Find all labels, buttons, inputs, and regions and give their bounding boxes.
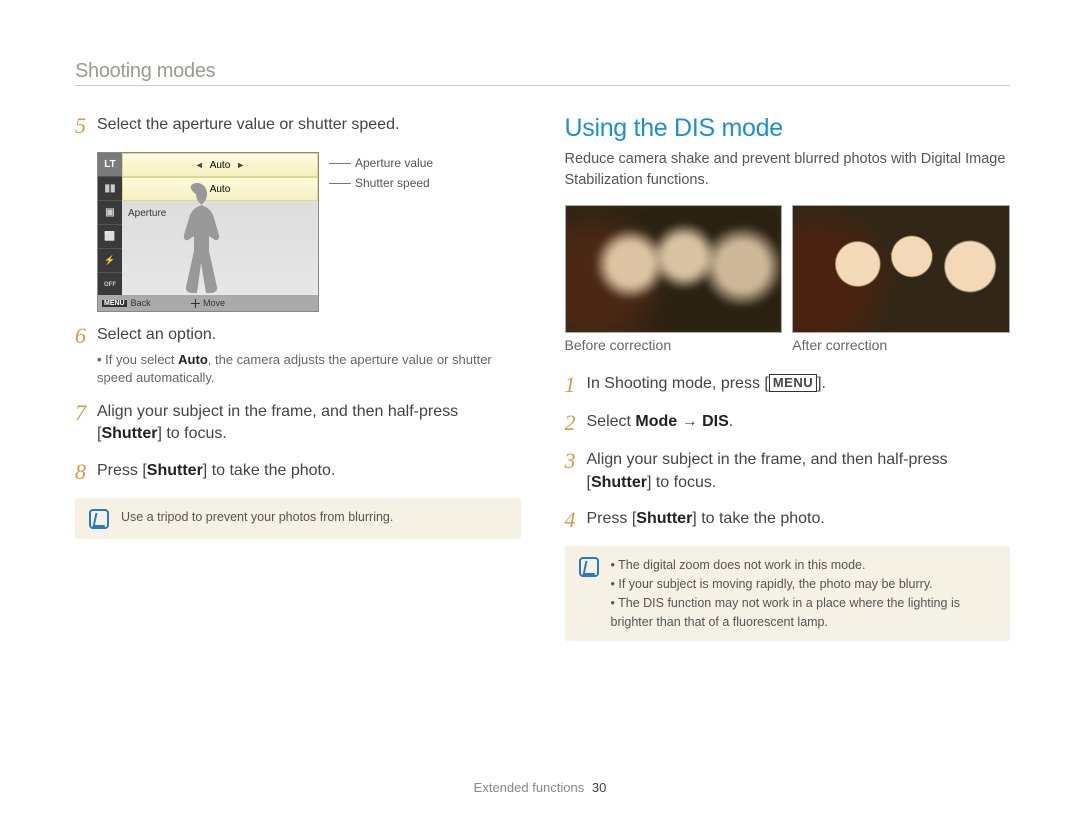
lcd-preview: LT ▮▮ ▣ ⬜ ⚡ OFF ◄ Auto ► (97, 152, 319, 312)
lcd-icon-ev: ▮▮ (98, 177, 122, 201)
step-6-text: Select an option. (97, 326, 216, 343)
lcd-icon-flash: ⚡ (98, 249, 122, 273)
lcd-icon-aperture: ▣ (98, 201, 122, 225)
dis-step-2-number: 2 (565, 411, 587, 435)
label-before: Before correction (565, 337, 783, 353)
step-7: 7 Align your subject in the frame, and t… (75, 401, 521, 446)
dis-step-1-text: In Shooting mode, press [MENU]. (587, 373, 827, 397)
lcd-aperture-label: Aperture (128, 208, 166, 219)
arrow-right-icon: ► (232, 160, 249, 170)
menu-button-icon: MENU (769, 374, 817, 392)
dis-step-2: 2 Select Mode → DIS. (565, 411, 1011, 435)
lcd-menu-tag: MENU (102, 300, 127, 307)
step-7-text: Align your subject in the frame, and the… (97, 401, 521, 446)
dis-step-4-text: Press [Shutter] to take the photo. (587, 508, 825, 532)
step-7-number: 7 (75, 401, 97, 446)
dis-step-4-number: 4 (565, 508, 587, 532)
header-title: Shooting modes (75, 60, 1010, 86)
arrow-left-icon: ◄ (191, 160, 208, 170)
note-item: The digital zoom does not work in this m… (611, 556, 997, 575)
note-item: The DIS function may not work in a place… (611, 594, 997, 632)
footer-section: Extended functions (474, 780, 585, 795)
footer: Extended functions 30 (0, 780, 1080, 795)
lcd-back-label: Back (131, 298, 151, 308)
dis-step-3-text: Align your subject in the frame, and the… (587, 449, 1011, 494)
step-5: 5 Select the aperture value or shutter s… (75, 114, 521, 138)
photo-after (792, 205, 1010, 333)
callout-shutter: Shutter speed (329, 176, 433, 190)
section-title: Using the DIS mode (565, 114, 1011, 143)
dis-step-1-number: 1 (565, 373, 587, 397)
step-6-number: 6 (75, 324, 97, 387)
lcd-icon-focus: ⬜ (98, 225, 122, 249)
photo-before (565, 205, 783, 333)
right-column: Using the DIS mode Reduce camera shake a… (565, 114, 1011, 641)
step-6-sub: If you select Auto, the camera adjusts t… (97, 352, 492, 385)
step-5-text: Select the aperture value or shutter spe… (97, 114, 399, 138)
step-8-number: 8 (75, 460, 97, 484)
intro-text: Reduce camera shake and prevent blurred … (565, 149, 1011, 191)
dis-step-2-text: Select Mode → DIS. (587, 411, 734, 435)
move-icon (191, 299, 200, 308)
note-text: Use a tripod to prevent your photos from… (121, 508, 393, 527)
lcd-icon-off: OFF (98, 273, 122, 297)
step-6: 6 Select an option. If you select Auto, … (75, 324, 521, 387)
silhouette-icon (167, 183, 227, 293)
dis-step-3: 3 Align your subject in the frame, and t… (565, 449, 1011, 494)
lcd-aperture-value: Auto (210, 160, 231, 171)
step-8: 8 Press [Shutter] to take the photo. (75, 460, 521, 484)
note-list: The digital zoom does not work in this m… (611, 556, 997, 631)
dis-step-1: 1 In Shooting mode, press [MENU]. (565, 373, 1011, 397)
page-number: 30 (592, 780, 606, 795)
label-after: After correction (792, 337, 1010, 353)
lcd-bottom-bar: MENU Back Move (98, 295, 318, 311)
dis-step-4: 4 Press [Shutter] to take the photo. (565, 508, 1011, 532)
step-8-text: Press [Shutter] to take the photo. (97, 460, 335, 484)
lcd-icon-lt: LT (98, 153, 122, 177)
lcd-move-label: Move (203, 298, 225, 308)
callout-aperture: Aperture value (329, 156, 433, 170)
note-icon (579, 557, 599, 577)
step-5-number: 5 (75, 114, 97, 138)
dis-step-3-number: 3 (565, 449, 587, 494)
note-dis: The digital zoom does not work in this m… (565, 546, 1011, 641)
lcd-row-aperture-value: ◄ Auto ► (122, 153, 318, 177)
note-tripod: Use a tripod to prevent your photos from… (75, 498, 521, 539)
note-icon (89, 509, 109, 529)
left-column: 5 Select the aperture value or shutter s… (75, 114, 521, 641)
note-item: If your subject is moving rapidly, the p… (611, 575, 997, 594)
